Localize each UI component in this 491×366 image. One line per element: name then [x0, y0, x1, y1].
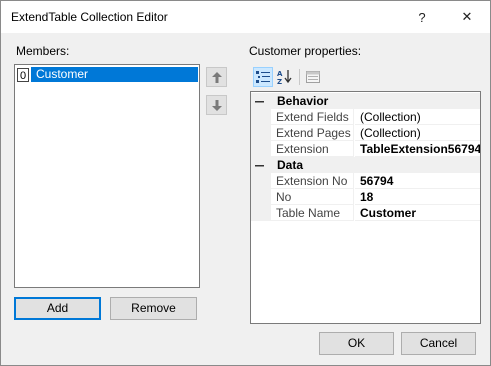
alphabetical-button[interactable]: A Z — [275, 67, 295, 87]
property-row[interactable]: Extend Fields (Collection) — [251, 109, 480, 125]
minus-icon — [254, 164, 264, 166]
row-gutter — [251, 173, 271, 189]
property-value[interactable]: 56794 — [355, 173, 480, 189]
property-name: Extension No — [271, 173, 354, 189]
property-row[interactable]: No 18 — [251, 189, 480, 205]
remove-button[interactable]: Remove — [110, 297, 197, 320]
svg-text:Z: Z — [277, 78, 282, 85]
row-gutter — [251, 125, 271, 141]
toolbar-separator — [299, 69, 300, 85]
categorized-icon — [256, 71, 270, 83]
property-row[interactable]: Extension No 56794 — [251, 173, 480, 189]
members-label: Members: — [16, 44, 70, 58]
property-grid[interactable]: Behavior Extend Fields (Collection) Exte… — [250, 91, 481, 324]
property-name: Extend Pages — [271, 125, 354, 141]
property-name: Extension Name — [271, 141, 354, 172]
ok-button[interactable]: OK — [319, 332, 394, 355]
categorized-button[interactable] — [253, 67, 273, 87]
category-row-behavior[interactable]: Behavior — [251, 93, 480, 109]
property-name: No — [271, 189, 354, 205]
category-label: Data — [277, 158, 304, 172]
move-up-button[interactable] — [206, 67, 227, 87]
property-row[interactable]: Table Name Customer — [251, 205, 480, 221]
category-row-data[interactable]: Data — [251, 157, 480, 173]
category-label: Behavior — [277, 94, 329, 108]
property-value[interactable]: Customer — [355, 205, 480, 221]
property-row[interactable]: Extension Name TableExtension56794 — [251, 141, 480, 172]
property-value[interactable]: (Collection) — [355, 109, 480, 125]
svg-text:A: A — [277, 70, 283, 78]
add-button[interactable]: Add — [14, 297, 101, 320]
row-gutter — [251, 109, 271, 125]
title-bar: ExtendTable Collection Editor ? ✕ — [1, 1, 490, 33]
minus-icon — [254, 100, 264, 102]
help-icon: ? — [418, 9, 426, 25]
property-pages-button[interactable] — [303, 67, 323, 87]
collection-editor-dialog: ExtendTable Collection Editor ? ✕ Member… — [0, 0, 491, 366]
arrow-up-icon — [211, 71, 222, 83]
help-button[interactable]: ? — [399, 1, 445, 33]
property-pages-icon — [306, 71, 320, 83]
list-item-index: 0 — [17, 67, 29, 82]
row-gutter — [251, 205, 271, 221]
collapse-toggle[interactable] — [254, 160, 264, 170]
property-row[interactable]: Extend Pages (Collection) — [251, 125, 480, 141]
members-list[interactable]: 0 Customer — [14, 64, 200, 288]
list-item[interactable]: 0 Customer — [17, 67, 198, 82]
cancel-button[interactable]: Cancel — [401, 332, 476, 355]
property-grid-toolbar: A Z — [251, 65, 479, 87]
list-item-name: Customer — [31, 67, 198, 82]
sort-alphabetical-icon: A Z — [277, 70, 292, 85]
property-value[interactable]: (Collection) — [355, 125, 480, 141]
row-gutter — [251, 141, 271, 157]
properties-label: Customer properties: — [249, 44, 362, 58]
arrow-down-icon — [211, 99, 222, 111]
property-value[interactable]: 18 — [355, 189, 480, 205]
close-button[interactable]: ✕ — [444, 1, 490, 33]
close-icon: ✕ — [461, 9, 473, 24]
row-gutter — [251, 189, 271, 205]
property-name: Extend Fields — [271, 109, 354, 125]
property-name: Table Name — [271, 205, 354, 221]
collapse-toggle[interactable] — [254, 96, 264, 106]
move-down-button[interactable] — [206, 95, 227, 115]
window-title: ExtendTable Collection Editor — [11, 10, 168, 24]
property-value[interactable]: TableExtension56794 — [355, 141, 480, 157]
